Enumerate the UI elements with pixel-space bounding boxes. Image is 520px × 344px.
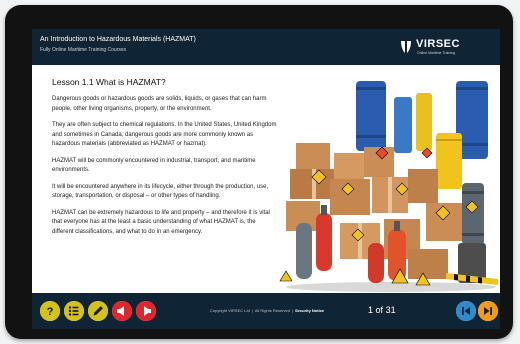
tablet-frame: An Introduction to Hazardous Materials (… [5,5,513,339]
skip-back-icon [456,301,476,321]
lesson-content: Lesson 1.1 What is HAZMAT? Dangerous goo… [32,65,500,293]
rights-text: All Rights Reserved [254,308,290,313]
course-header: An Introduction to Hazardous Materials (… [32,29,500,65]
menu-button[interactable] [64,301,84,321]
hazmat-containers-illustration [279,81,498,292]
logo-wordmark: VIRSEC [416,38,460,50]
transcript-button[interactable] [136,301,156,321]
copyright-text: Copyright VIRSEC Ltd [210,308,250,313]
help-button[interactable]: ? [40,301,60,321]
course-subtitle: Fully Online Maritime Training Courses [40,47,127,53]
notes-button[interactable] [88,301,108,321]
lesson-paragraph: Dangerous goods or hazardous goods are s… [52,96,267,112]
speaker-icon [112,301,132,321]
next-page-button[interactable] [478,301,498,321]
lesson-paragraph: HAZMAT can be extremely hazardous to lif… [52,209,270,235]
lesson-title: Lesson 1.1 What is HAZMAT? [52,77,166,87]
page-current: 1 [368,305,374,315]
skip-forward-icon [478,301,498,321]
lesson-paragraph: It will be encountered anywhere in its l… [52,183,269,200]
audio-button[interactable] [112,301,132,321]
help-icon: ? [40,301,60,321]
svg-text:?: ? [47,306,54,318]
lesson-paragraph: They are often subject to chemical regul… [52,122,277,147]
page-of: of [375,305,384,315]
virsec-logo: VIRSEC Online Maritime Training [400,36,470,58]
pencil-icon [88,301,108,321]
previous-page-button[interactable] [456,301,476,321]
speaker-alt-icon [136,301,156,321]
course-title: An Introduction to Hazardous Materials (… [40,36,196,43]
player-footer: ? Copyright VIRSEC Ltd | All Rights Rese… [32,293,500,329]
copyright-line: Copyright VIRSEC Ltd | All Rights Reserved… [210,308,325,313]
lesson-paragraph: HAZMAT will be commonly encountered in i… [52,157,256,174]
virsec-logo-mark-icon [401,41,411,53]
security-notice-link[interactable]: Security Notice [295,308,324,313]
lesson-text: Dangerous goods or hazardous goods are s… [52,95,278,244]
logo-tagline: Online Maritime Training [417,51,455,55]
page-total: 31 [385,305,396,315]
page-counter: 1 of 31 [368,305,396,315]
menu-list-icon [64,301,84,321]
